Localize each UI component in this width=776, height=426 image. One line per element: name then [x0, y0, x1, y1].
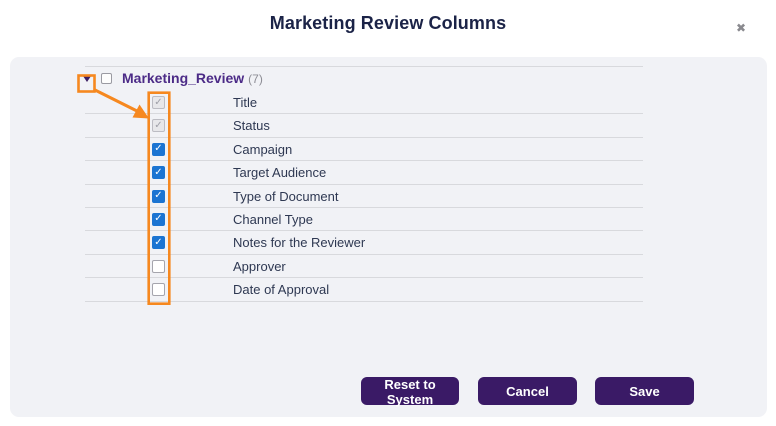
column-checkbox[interactable] — [152, 213, 165, 226]
column-checkbox[interactable] — [152, 166, 165, 179]
column-checkbox[interactable] — [152, 236, 165, 249]
column-checkbox[interactable] — [152, 143, 165, 156]
column-label: Title — [233, 91, 257, 114]
columns-panel: Marketing_Review(7) Title Status Campaig… — [10, 57, 767, 417]
column-label: Campaign — [233, 138, 292, 161]
column-label: Date of Approval — [233, 278, 329, 301]
group-header-row: Marketing_Review(7) — [85, 67, 643, 91]
group-name: Marketing_Review(7) — [122, 70, 263, 86]
column-label: Type of Document — [233, 185, 339, 208]
column-row: Type of Document — [85, 185, 643, 208]
column-checkbox[interactable] — [152, 260, 165, 273]
collapse-caret-icon[interactable] — [79, 71, 94, 86]
column-row: Notes for the Reviewer — [85, 231, 643, 254]
column-row: Approver — [85, 255, 643, 278]
column-row: Campaign — [85, 138, 643, 161]
column-label: Notes for the Reviewer — [233, 231, 365, 254]
reset-to-system-button[interactable]: Reset to System — [361, 377, 459, 405]
column-checkbox — [152, 96, 165, 109]
column-label: Status — [233, 114, 270, 137]
column-row: Target Audience — [85, 161, 643, 184]
caret-down-glyph — [83, 76, 91, 82]
column-label: Channel Type — [233, 208, 313, 231]
column-row: Date of Approval — [85, 278, 643, 301]
column-row: Channel Type — [85, 208, 643, 231]
close-icon[interactable]: ✖ — [730, 17, 752, 39]
column-label: Approver — [233, 255, 286, 278]
save-button[interactable]: Save — [595, 377, 694, 405]
column-checkbox — [152, 119, 165, 132]
column-checkbox[interactable] — [152, 283, 165, 296]
column-label: Target Audience — [233, 161, 326, 184]
columns-table: Marketing_Review(7) Title Status Campaig… — [85, 66, 643, 302]
column-row: Status — [85, 114, 643, 137]
page-title: Marketing Review Columns — [0, 13, 776, 34]
column-row: Title — [85, 91, 643, 114]
group-count: (7) — [248, 72, 263, 86]
cancel-button[interactable]: Cancel — [478, 377, 577, 405]
column-checkbox[interactable] — [152, 190, 165, 203]
column-rows: Title Status Campaign Target Audience Ty… — [85, 91, 643, 302]
select-all-checkbox[interactable] — [101, 73, 112, 84]
